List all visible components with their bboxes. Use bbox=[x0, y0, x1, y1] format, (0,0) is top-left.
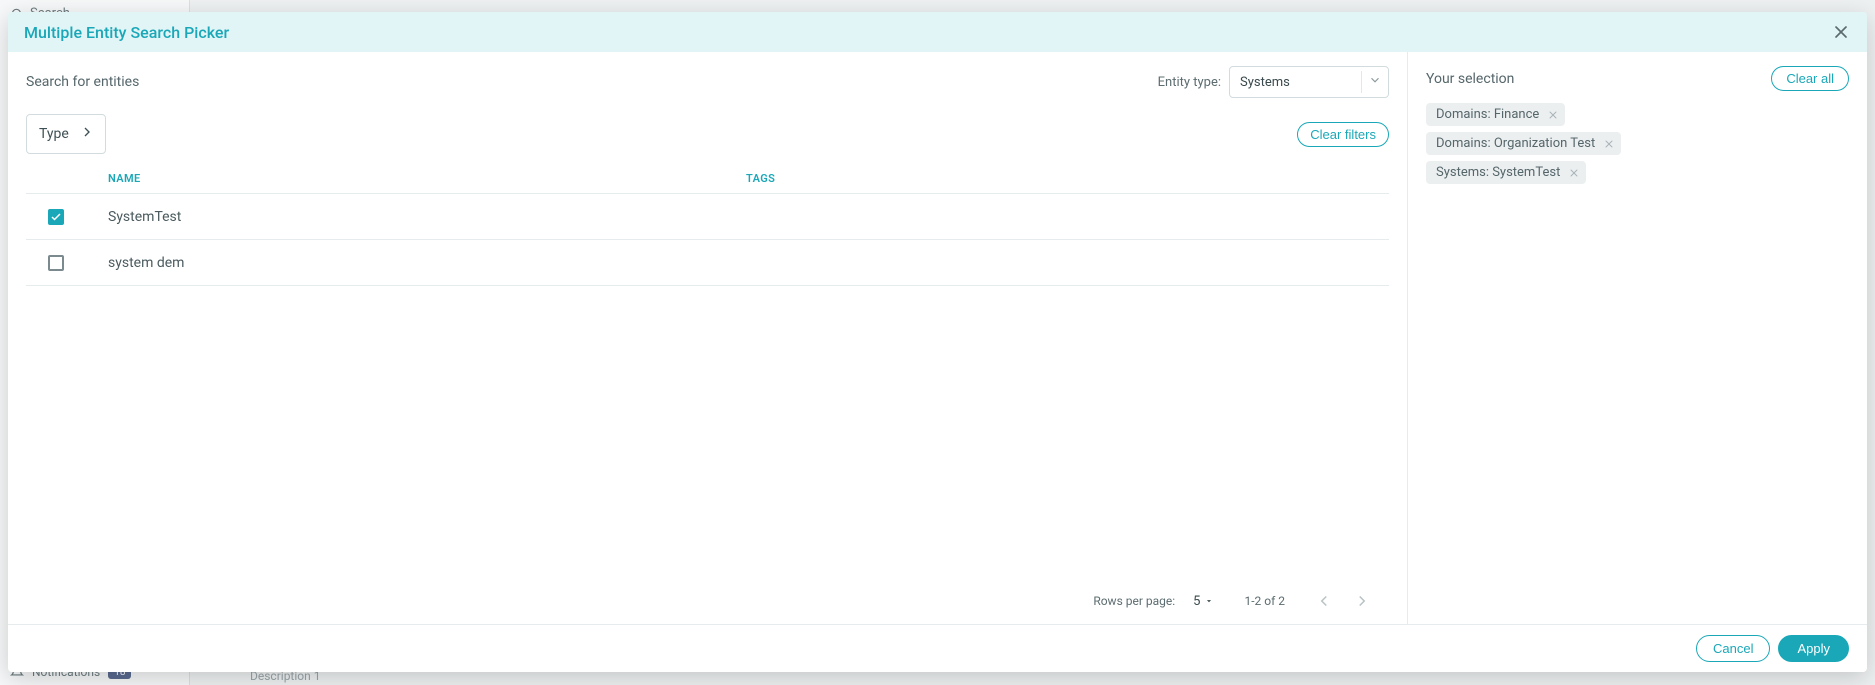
close-button[interactable] bbox=[1831, 22, 1851, 42]
pager: Rows per page: 5 1-2 of 2 bbox=[26, 582, 1389, 624]
table-row[interactable]: SystemTest bbox=[26, 194, 1389, 240]
apply-button[interactable]: Apply bbox=[1778, 635, 1849, 662]
table-row[interactable]: system dem bbox=[26, 240, 1389, 286]
modal-title: Multiple Entity Search Picker bbox=[24, 23, 229, 42]
col-tags[interactable]: TAGS bbox=[746, 172, 1389, 185]
clear-all-button[interactable]: Clear all bbox=[1771, 66, 1849, 91]
rows-per-page-select[interactable]: 5 bbox=[1193, 594, 1214, 609]
row-name: system dem bbox=[86, 255, 746, 271]
selection-chip: Systems: SystemTest bbox=[1426, 161, 1586, 184]
selection-chip-label: Domains: Finance bbox=[1436, 107, 1539, 122]
selection-chip-label: Domains: Organization Test bbox=[1436, 136, 1595, 151]
row-checkbox[interactable] bbox=[48, 255, 64, 271]
chip-remove-button[interactable] bbox=[1547, 109, 1559, 121]
search-label: Search for entities bbox=[26, 74, 139, 90]
cancel-button[interactable]: Cancel bbox=[1696, 635, 1770, 662]
selection-chip: Domains: Finance bbox=[1426, 103, 1565, 126]
col-name[interactable]: NAME bbox=[86, 172, 746, 185]
pager-next-button[interactable] bbox=[1353, 592, 1371, 610]
selection-chip-label: Systems: SystemTest bbox=[1436, 165, 1560, 180]
chip-remove-button[interactable] bbox=[1568, 167, 1580, 179]
row-checkbox[interactable] bbox=[48, 209, 64, 225]
entity-type-value: Systems bbox=[1240, 75, 1290, 90]
selection-title: Your selection bbox=[1426, 71, 1514, 87]
type-filter-button[interactable]: Type bbox=[26, 114, 106, 154]
type-filter-label: Type bbox=[39, 126, 69, 142]
chevron-down-icon bbox=[1368, 73, 1382, 91]
row-name: SystemTest bbox=[86, 209, 746, 225]
clear-filters-button[interactable]: Clear filters bbox=[1297, 122, 1389, 147]
rows-per-page-label: Rows per page: bbox=[1093, 594, 1175, 608]
entity-type-select[interactable]: Systems bbox=[1229, 66, 1389, 98]
pager-range: 1-2 of 2 bbox=[1244, 594, 1285, 608]
pager-prev-button[interactable] bbox=[1315, 592, 1333, 610]
chevron-right-icon bbox=[79, 124, 95, 144]
chip-remove-button[interactable] bbox=[1603, 138, 1615, 150]
selection-chip: Domains: Organization Test bbox=[1426, 132, 1621, 155]
entity-type-label: Entity type: bbox=[1158, 75, 1221, 90]
entity-picker-modal: Multiple Entity Search Picker Search for… bbox=[8, 12, 1867, 672]
table-header: NAME TAGS bbox=[26, 164, 1389, 194]
